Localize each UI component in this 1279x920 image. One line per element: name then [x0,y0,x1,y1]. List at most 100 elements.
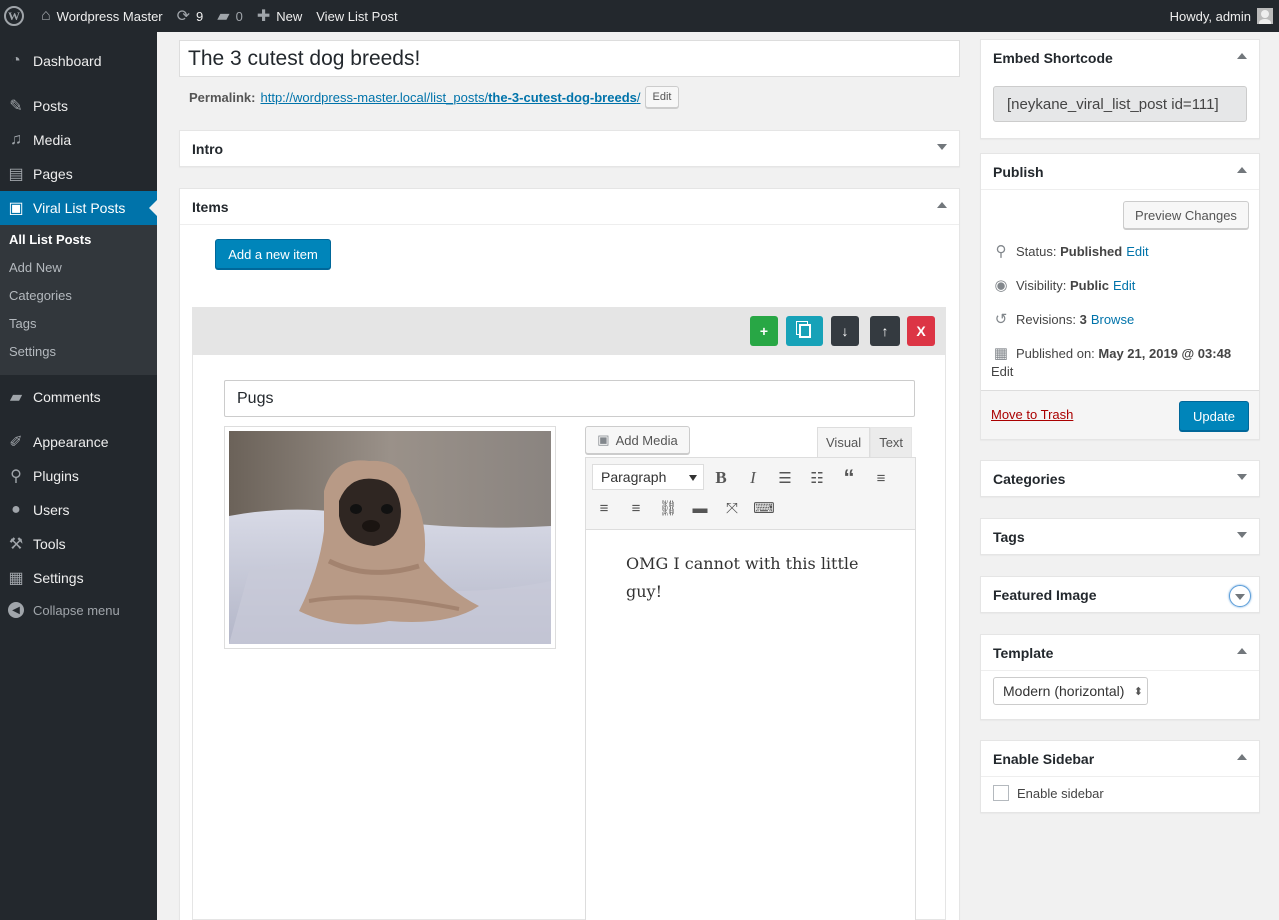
history-icon: ↺ [994,311,1008,328]
toggle-down-icon[interactable] [1237,474,1247,480]
duplicate-item-button[interactable] [786,316,823,346]
submenu-settings[interactable]: Settings [9,344,56,359]
categories-metabox: Categories [980,460,1260,497]
preview-changes-button[interactable]: Preview Changes [1123,201,1249,229]
plus-icon: ✚ [256,8,271,25]
format-select[interactable]: Paragraph [592,464,704,490]
editor-content-area[interactable]: OMG I cannot with this little guy! [585,530,916,920]
add-new-item-button[interactable]: Add a new item [215,239,331,269]
tab-visual[interactable]: Visual [817,427,871,457]
remove-item-button[interactable]: X [907,316,935,346]
numbered-list-icon[interactable]: ☷ [803,464,831,492]
intro-header[interactable]: Intro [180,131,959,167]
menu-item-posts[interactable]: ✎ Posts [0,89,157,123]
published-edit-link[interactable]: Edit [991,364,1013,379]
menu-item-media[interactable]: ♫ Media [0,123,157,157]
permalink-base: http://wordpress-master.local/list_posts… [260,89,489,105]
collapse-menu-button[interactable]: ◀ Collapse menu [0,602,120,618]
publish-title: Publish [993,163,1044,180]
post-title-input[interactable]: The 3 cutest dog breeds! [179,40,960,77]
revisions-row: ↺ Revisions: 3 Browse [991,310,1134,328]
submenu-categories[interactable]: Categories [9,288,72,303]
menu-item-dashboard[interactable]: ◔ Dashboard [0,44,157,78]
publish-metabox: Publish Preview Changes ⚲ Status: Publis… [980,153,1260,440]
bullet-list-icon[interactable]: ☰ [771,464,799,492]
menu-item-users[interactable]: ● Users [0,493,157,527]
menu-item-pages[interactable]: ▤ Pages [0,157,157,191]
menu-label: Pages [33,166,73,182]
menu-item-plugins[interactable]: ⚲ Plugins [0,459,157,493]
read-more-icon[interactable]: ▬ [686,494,714,522]
blockquote-icon[interactable]: “ [835,464,863,492]
italic-icon[interactable]: I [739,464,767,492]
add-media-button[interactable]: ▣ Add Media [585,426,690,454]
tags-header[interactable]: Tags [981,519,1259,555]
publish-header[interactable]: Publish [981,154,1259,190]
visibility-edit-link[interactable]: Edit [1113,278,1135,293]
submenu-tags[interactable]: Tags [9,316,36,331]
toggle-up-icon[interactable] [1237,754,1247,760]
menu-item-settings[interactable]: ▦ Settings [0,561,157,595]
link-icon[interactable]: ⛓ [654,494,682,522]
new-content-link[interactable]: ✚ New [250,0,309,32]
keyboard-icon[interactable]: ⌨ [750,494,778,522]
list-item-editor: + ↓ ↑ X Pugs ▣ Add Media Visual Text Par… [192,307,946,920]
plugin-icon: ⚲ [10,468,22,485]
add-item-button[interactable]: + [750,316,778,346]
item-name-input[interactable]: Pugs [224,380,915,417]
site-name-link[interactable]: ⌂ Wordpress Master [34,0,170,32]
bold-icon[interactable]: B [707,464,735,492]
template-header[interactable]: Template [981,635,1259,671]
tab-text[interactable]: Text [870,427,913,457]
fullscreen-icon[interactable]: ⤧ [718,494,746,522]
align-center-icon[interactable]: ≡ [590,494,618,522]
calendar-icon: ▦ [993,345,1009,362]
featured-image-title: Featured Image [993,587,1097,603]
submenu-add-new[interactable]: Add New [9,260,62,275]
items-header[interactable]: Items [180,189,959,225]
align-right-icon[interactable]: ≡ [622,494,650,522]
template-title: Template [993,644,1054,661]
add-media-label: Add Media [615,432,678,448]
visibility-label: Visibility: [1016,277,1067,293]
toggle-down-icon[interactable] [1237,532,1247,538]
view-post-link[interactable]: View List Post [309,0,404,32]
enable-sidebar-label: Enable sidebar [1017,785,1104,801]
wp-logo-menu[interactable]: W [0,0,34,32]
menu-item-comments[interactable]: ▰ Comments [0,380,157,414]
update-button[interactable]: Update [1179,401,1249,431]
toggle-up-icon[interactable] [1237,648,1247,654]
toggle-up-icon[interactable] [1237,167,1247,173]
submenu-all-list-posts[interactable]: All List Posts [9,232,91,247]
toggle-up-icon[interactable] [1237,53,1247,59]
menu-label: Plugins [33,468,79,484]
categories-title: Categories [993,471,1066,487]
template-select[interactable]: Modern (horizontal) [993,677,1148,705]
move-down-button[interactable]: ↓ [831,316,859,346]
enable-sidebar-checkbox[interactable] [993,785,1009,801]
permalink-edit-button[interactable]: Edit [644,86,680,108]
move-to-trash-link[interactable]: Move to Trash [991,407,1073,422]
settings-icon: ▦ [8,570,24,587]
updates-link[interactable]: ⟳ 9 [170,0,211,32]
comments-link[interactable]: ▰ 0 [210,0,250,32]
permalink-link[interactable]: http://wordpress-master.local/list_posts… [260,90,640,105]
my-account[interactable]: Howdy, admin [1170,8,1279,24]
toggle-down-icon[interactable] [937,144,947,150]
menu-item-viral-list-posts[interactable]: ▣ Viral List Posts [0,191,157,225]
embed-shortcode-header[interactable]: Embed Shortcode [981,40,1259,76]
menu-item-tools[interactable]: ⚒ Tools [0,527,157,561]
toggle-down-icon[interactable] [1229,585,1251,607]
shortcode-field[interactable]: [neykane_viral_list_post id=111] [993,86,1247,122]
featured-image-header[interactable]: Featured Image [981,577,1259,613]
toggle-up-icon[interactable] [937,202,947,208]
move-up-button[interactable]: ↑ [870,316,900,346]
wordpress-logo-icon: W [4,6,24,26]
item-image[interactable] [224,426,556,649]
menu-item-appearance[interactable]: ✐ Appearance [0,425,157,459]
align-left-icon[interactable]: ≡ [867,464,895,492]
categories-header[interactable]: Categories [981,461,1259,497]
status-edit-link[interactable]: Edit [1126,244,1148,259]
enable-sidebar-header[interactable]: Enable Sidebar [981,741,1259,777]
revisions-browse-link[interactable]: Browse [1091,312,1134,327]
